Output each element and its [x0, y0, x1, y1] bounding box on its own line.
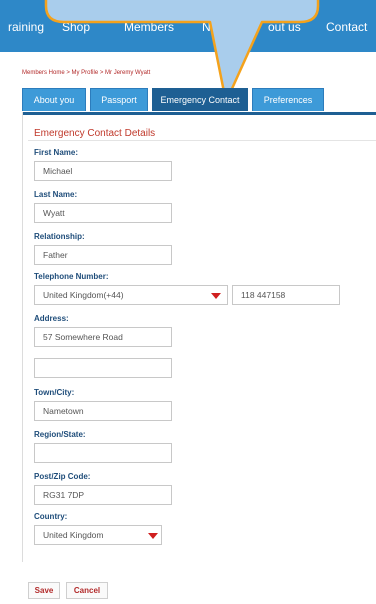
town-label: Town/City: — [34, 388, 75, 397]
first-name-label: First Name: — [34, 148, 79, 157]
town-field[interactable]: Nametown — [34, 401, 172, 421]
telephone-label: Telephone Number: — [34, 272, 109, 281]
country-label: Country: — [34, 512, 68, 521]
last-name-field[interactable]: Wyatt — [34, 203, 172, 223]
country-value: United Kingdom — [43, 530, 104, 540]
address-label: Address: — [34, 314, 69, 323]
address-line2-field[interactable] — [34, 358, 172, 378]
last-name-label: Last Name: — [34, 190, 78, 199]
profile-tabs: About you Passport Emergency Contact Pre… — [22, 88, 376, 115]
breadcrumb: Members Home > My Profile > Mr Jeremy Wy… — [22, 70, 151, 76]
country-code-select[interactable]: United Kingdom(+44) — [34, 285, 228, 305]
chevron-down-icon[interactable] — [148, 533, 158, 539]
relationship-label: Relationship: — [34, 232, 85, 241]
cancel-button[interactable]: Cancel — [66, 582, 108, 599]
region-label: Region/State: — [34, 430, 86, 439]
nav-item-news[interactable]: New — [202, 20, 226, 34]
telephone-number-field[interactable]: 118 447158 — [232, 285, 340, 305]
save-button[interactable]: Save — [28, 582, 60, 599]
top-navigation: raining Shop Members New out us Contact — [0, 0, 376, 52]
tab-preferences[interactable]: Preferences — [252, 88, 324, 111]
relationship-field[interactable]: Father — [34, 245, 172, 265]
nav-item-contact[interactable]: Contact — [326, 20, 367, 34]
tab-passport[interactable]: Passport — [90, 88, 148, 111]
nav-item-members[interactable]: Members — [124, 20, 174, 34]
section-title: Emergency Contact Details — [34, 128, 156, 139]
tab-about-you[interactable]: About you — [22, 88, 86, 111]
chevron-down-icon[interactable] — [211, 293, 221, 299]
nav-item-training[interactable]: raining — [8, 20, 44, 34]
tab-emergency-contact[interactable]: Emergency Contact — [152, 88, 248, 111]
country-select[interactable]: United Kingdom — [34, 525, 162, 545]
nav-item-shop[interactable]: Shop — [62, 20, 90, 34]
nav-item-about-us[interactable]: out us — [268, 20, 301, 34]
postcode-label: Post/Zip Code: — [34, 472, 91, 481]
country-code-value: United Kingdom(+44) — [43, 290, 124, 300]
first-name-field[interactable]: Michael — [34, 161, 172, 181]
section-divider — [28, 140, 376, 141]
region-field[interactable] — [34, 443, 172, 463]
address-line1-field[interactable]: 57 Somewhere Road — [34, 327, 172, 347]
postcode-field[interactable]: RG31 7DP — [34, 485, 172, 505]
